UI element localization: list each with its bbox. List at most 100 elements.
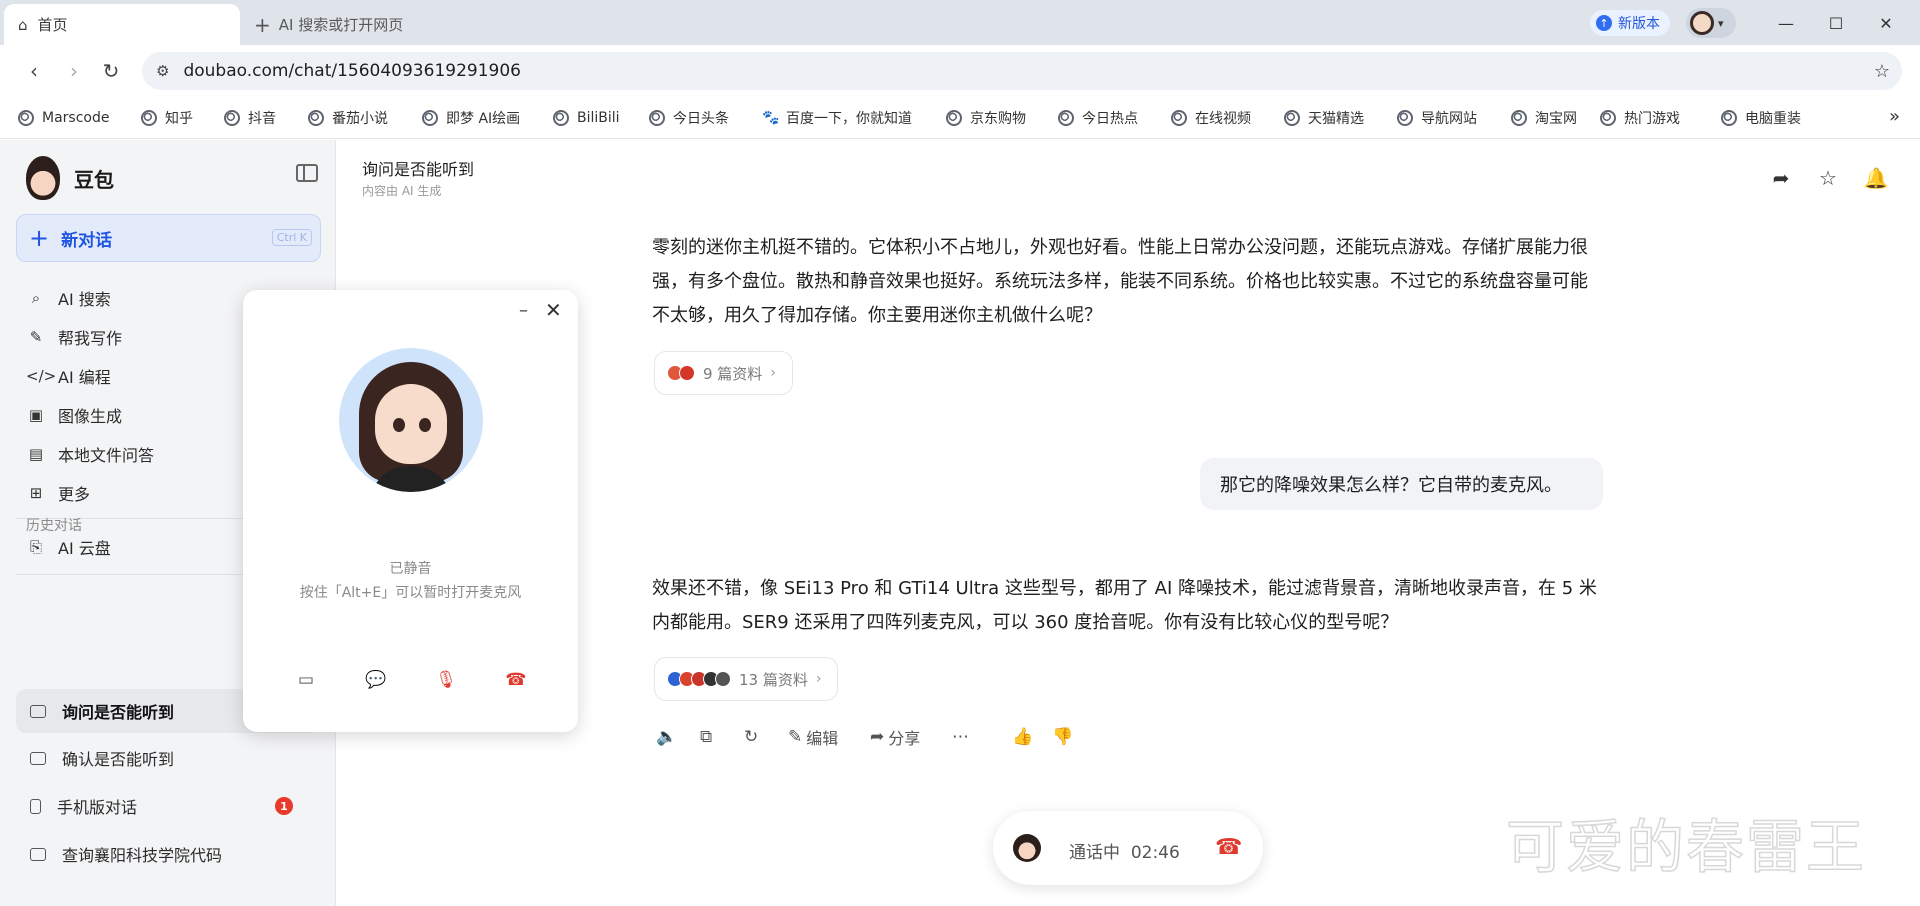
new-version-label: 新版本 bbox=[1618, 16, 1660, 32]
hang-up-icon[interactable]: ☎ bbox=[502, 668, 530, 692]
voice-call-panel: – ✕ 已静音 按住「Alt+E」可以暂时打开麦克风 ▭ 💬 🎙 ☎ bbox=[243, 290, 578, 732]
bookmark-item[interactable]: 热门游戏 bbox=[1600, 106, 1680, 130]
notification-bell-icon[interactable]: 🔔 bbox=[1862, 164, 1890, 192]
brand[interactable]: 豆包 bbox=[26, 156, 114, 200]
bookmark-item[interactable]: 即梦 AI绘画 bbox=[422, 106, 520, 130]
edit-button[interactable]: ✎ 编辑 bbox=[788, 724, 838, 750]
references-count: 13 篇资料 bbox=[739, 670, 808, 689]
favorite-star-icon[interactable]: ☆ bbox=[1814, 164, 1842, 192]
nav-cloud-drive[interactable]: ⎘ AI 云盘 bbox=[26, 535, 111, 559]
bookmark-item[interactable]: Marscode bbox=[18, 106, 109, 130]
references-chip[interactable]: 9 篇资料 › bbox=[654, 351, 793, 395]
browser-tab-bar: ⌂ 首页 + AI 搜索或打开网页 ↑ 新版本 ▾ — ☐ ✕ bbox=[0, 0, 1920, 45]
bookmark-item[interactable]: 今日热点 bbox=[1058, 106, 1138, 130]
globe-icon bbox=[308, 110, 324, 126]
unread-badge: 1 bbox=[275, 797, 293, 815]
regenerate-icon[interactable]: ↻ bbox=[744, 724, 762, 750]
thumbs-up-icon[interactable]: 👍 bbox=[1012, 724, 1037, 750]
nav-writing[interactable]: ✎ 帮我写作 bbox=[26, 325, 122, 349]
bookmark-item[interactable]: 知乎 bbox=[141, 106, 193, 130]
bookmarks-overflow-icon[interactable]: » bbox=[1889, 106, 1900, 127]
copy-icon[interactable]: ⧉ bbox=[700, 724, 716, 750]
user-message: 那它的降噪效果怎么样？它自带的麦克风。 bbox=[1200, 458, 1603, 510]
history-item[interactable]: 查询襄阳科技学院代码 bbox=[16, 832, 321, 876]
bookmark-item[interactable]: 天猫精选 bbox=[1284, 106, 1364, 130]
screen-share-icon[interactable]: ▭ bbox=[292, 668, 320, 692]
globe-icon bbox=[18, 110, 34, 126]
url-text: doubao.com/chat/15604093619291906 bbox=[183, 61, 521, 81]
share-button[interactable]: ➦ 分享 bbox=[870, 724, 920, 750]
back-button[interactable]: ‹ bbox=[20, 57, 48, 85]
hang-up-icon[interactable]: ☎ bbox=[1215, 835, 1242, 860]
bookmark-star-icon[interactable]: ☆ bbox=[1874, 61, 1890, 82]
file-icon: ▤ bbox=[28, 445, 44, 463]
assistant-message: 效果还不错，像 SEi13 Pro 和 GTi14 Ultra 这些型号，都用了… bbox=[652, 578, 1597, 633]
share-icon[interactable]: ➦ bbox=[1767, 164, 1795, 192]
close-icon[interactable]: ✕ bbox=[545, 298, 562, 322]
mute-hint: 按住「Alt+E」可以暂时打开麦克风 bbox=[299, 585, 522, 601]
nav-ai-search[interactable]: ⌕ AI 搜索 bbox=[26, 286, 111, 310]
avatar-eye bbox=[419, 418, 431, 432]
tab-home-label: 首页 bbox=[37, 16, 68, 34]
history-item[interactable]: 确认是否能听到 bbox=[16, 736, 321, 780]
mic-muted-icon[interactable]: 🎙 bbox=[432, 668, 460, 692]
home-icon: ⌂ bbox=[18, 15, 28, 34]
source-favicon bbox=[715, 671, 731, 687]
subtitle-icon[interactable]: 💬 bbox=[362, 668, 390, 692]
bookmark-item[interactable]: 导航网站 bbox=[1397, 106, 1477, 130]
new-tab-button[interactable]: + AI 搜索或打开网页 bbox=[254, 4, 403, 45]
share-icon: ➦ bbox=[870, 727, 885, 747]
minimize-window-button[interactable]: — bbox=[1766, 8, 1806, 38]
nav-image-gen[interactable]: ▣ 图像生成 bbox=[26, 403, 122, 427]
code-icon: </> bbox=[26, 367, 57, 385]
more-options-icon[interactable]: ⋯ bbox=[952, 724, 973, 750]
globe-icon bbox=[1511, 110, 1527, 126]
new-chat-button[interactable]: + 新对话 Ctrl K bbox=[16, 214, 321, 262]
close-window-button[interactable]: ✕ bbox=[1866, 8, 1906, 38]
globe-icon bbox=[946, 110, 962, 126]
new-version-button[interactable]: ↑ 新版本 bbox=[1590, 10, 1670, 36]
forward-button[interactable]: › bbox=[60, 57, 88, 85]
url-field[interactable]: ⚙ doubao.com/chat/15604093619291906 ☆ bbox=[142, 52, 1902, 90]
bookmark-item[interactable]: 今日头条 bbox=[649, 106, 729, 130]
tab-home[interactable]: ⌂ 首页 bbox=[4, 4, 240, 45]
plus-icon: + bbox=[29, 224, 50, 252]
doubao-logo bbox=[26, 156, 60, 200]
nav-more[interactable]: ⊞ 更多 bbox=[26, 481, 90, 505]
history-item[interactable]: 手机版对话 1 bbox=[16, 784, 321, 828]
globe-icon bbox=[553, 110, 569, 126]
bookmark-item[interactable]: 番茄小说 bbox=[308, 106, 388, 130]
nav-file-qa[interactable]: ▤ 本地文件问答 bbox=[26, 442, 154, 466]
references-chip[interactable]: 13 篇资料 › bbox=[654, 657, 839, 701]
assistant-avatar bbox=[339, 348, 483, 492]
maximize-window-button[interactable]: ☐ bbox=[1816, 8, 1856, 38]
edit-icon: ✎ bbox=[788, 727, 803, 747]
bookmark-item[interactable]: 抖音 bbox=[224, 106, 276, 130]
minimize-panel-icon[interactable]: – bbox=[519, 300, 528, 321]
bookmark-item[interactable]: 在线视频 bbox=[1171, 106, 1251, 130]
bookmark-item[interactable]: 淘宝网 bbox=[1511, 106, 1577, 130]
search-icon: ⌕ bbox=[31, 289, 41, 307]
shortcut-hint: Ctrl K bbox=[271, 229, 312, 246]
profile-button[interactable]: ▾ bbox=[1686, 8, 1736, 38]
chat-bubble-icon bbox=[30, 751, 46, 765]
globe-icon bbox=[649, 110, 665, 126]
call-status: 通话中 02:46 bbox=[1069, 843, 1180, 863]
call-status-bar[interactable]: 通话中 02:46 ☎ bbox=[993, 811, 1263, 885]
bookmark-item[interactable]: 京东购物 bbox=[946, 106, 1026, 130]
bookmark-item[interactable]: 🐾 百度一下，你就知道 bbox=[762, 106, 912, 130]
watermark: 可爱的春雷王 bbox=[1505, 812, 1867, 882]
read-aloud-icon[interactable]: 🔈 bbox=[656, 724, 681, 750]
globe-icon bbox=[224, 110, 240, 126]
source-favicon bbox=[679, 365, 695, 381]
globe-icon bbox=[141, 110, 157, 126]
new-chat-label: 新对话 bbox=[61, 230, 113, 251]
nav-coding[interactable]: </> AI 编程 bbox=[26, 364, 111, 388]
collapse-sidebar-icon[interactable] bbox=[296, 164, 318, 182]
bookmark-item[interactable]: 电脑重装 bbox=[1721, 106, 1801, 130]
thumbs-down-icon[interactable]: 👎 bbox=[1052, 724, 1077, 750]
bookmark-item[interactable]: BiliBili bbox=[553, 106, 620, 130]
reload-button[interactable]: ↻ bbox=[97, 57, 125, 85]
site-settings-icon[interactable]: ⚙ bbox=[156, 62, 169, 80]
phone-device-icon bbox=[30, 798, 41, 814]
